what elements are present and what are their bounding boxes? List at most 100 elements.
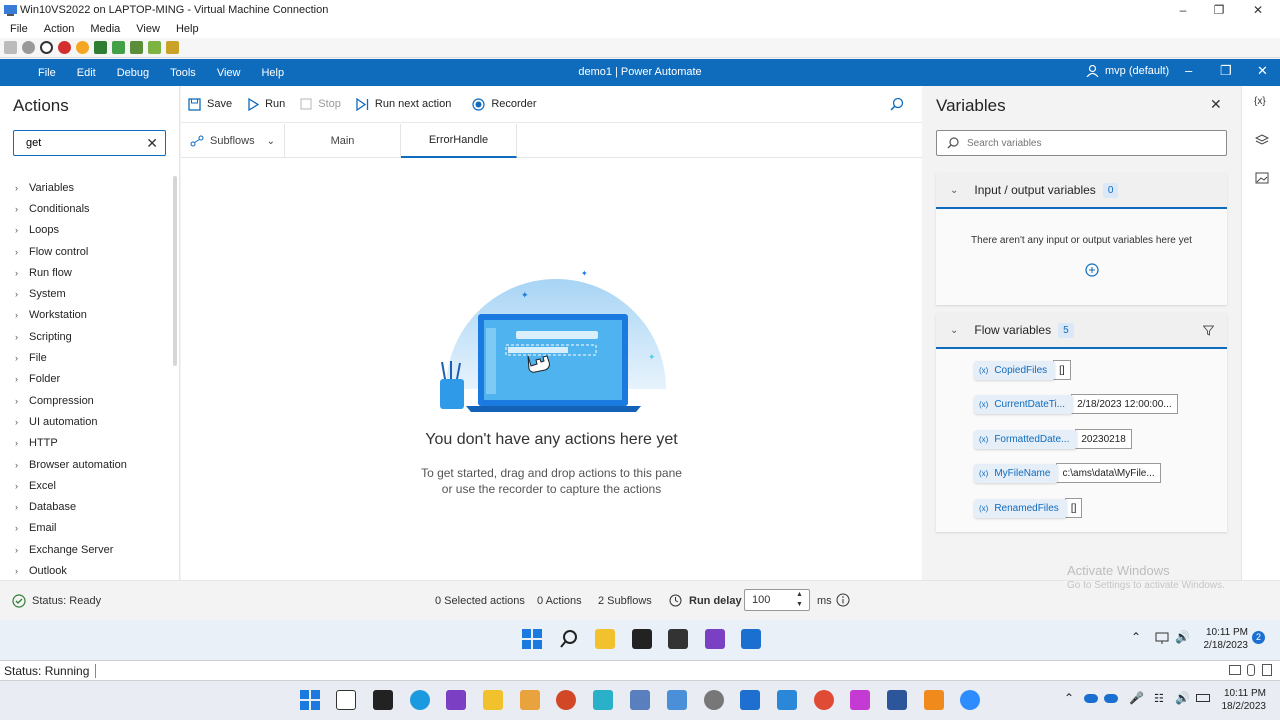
tab-main[interactable]: Main bbox=[285, 124, 401, 158]
action-group-http[interactable]: › HTTP bbox=[0, 433, 172, 454]
windows-start-icon[interactable] bbox=[522, 629, 542, 649]
flow-variable[interactable]: (x) FormattedDate... 20230218 bbox=[974, 429, 1132, 449]
action-group-excel[interactable]: › Excel bbox=[0, 475, 172, 496]
action-group-exchange-server[interactable]: › Exchange Server bbox=[0, 539, 172, 560]
action-group-ui-automation[interactable]: › UI automation bbox=[0, 411, 172, 432]
actions-scrollbar[interactable] bbox=[173, 176, 177, 366]
windows-start-icon[interactable] bbox=[300, 690, 320, 710]
vlc-icon[interactable] bbox=[924, 690, 944, 710]
chevron-up-icon[interactable]: ⌃ bbox=[1064, 691, 1074, 705]
onedrive-icon[interactable] bbox=[1104, 694, 1118, 703]
chevron-down-icon[interactable]: ▼ bbox=[796, 601, 803, 608]
action-group-email[interactable]: › Email bbox=[0, 518, 172, 539]
stop-button[interactable]: Stop bbox=[300, 98, 341, 110]
search-icon[interactable] bbox=[559, 629, 579, 649]
action-group-variables[interactable]: › Variables bbox=[0, 177, 172, 198]
notepad-icon[interactable] bbox=[667, 690, 687, 710]
vm-close-button[interactable]: ✕ bbox=[1240, 0, 1276, 20]
word-icon[interactable] bbox=[887, 690, 907, 710]
search-icon[interactable] bbox=[890, 97, 904, 111]
task-view-icon[interactable] bbox=[336, 690, 356, 710]
battery-icon[interactable] bbox=[1196, 694, 1210, 702]
visual-studio-icon[interactable] bbox=[705, 629, 725, 649]
save-state-icon[interactable] bbox=[76, 41, 89, 54]
app-icon[interactable] bbox=[593, 690, 613, 710]
run-next-button[interactable]: Run next action bbox=[356, 97, 451, 111]
settings-icon[interactable] bbox=[704, 690, 724, 710]
recorder-button[interactable]: Recorder bbox=[472, 97, 537, 111]
microphone-icon[interactable]: 🎤 bbox=[1129, 691, 1144, 705]
action-group-outlook[interactable]: › Outlook bbox=[0, 560, 172, 581]
vm-menu-view[interactable]: View bbox=[136, 23, 160, 35]
terminal-icon[interactable] bbox=[373, 690, 393, 710]
guest-clock[interactable]: 10:11 PM 2/18/2023 bbox=[1198, 626, 1249, 652]
app-icon[interactable] bbox=[740, 690, 760, 710]
terminal-icon[interactable] bbox=[668, 629, 688, 649]
action-group-run-flow[interactable]: › Run flow bbox=[0, 262, 172, 283]
flow-variables-header[interactable]: ⌄ Flow variables 5 bbox=[936, 313, 1227, 349]
variable-name[interactable]: (x) FormattedDate... bbox=[974, 429, 1078, 449]
action-group-loops[interactable]: › Loops bbox=[0, 220, 172, 241]
action-group-browser-automation[interactable]: › Browser automation bbox=[0, 454, 172, 475]
wifi-icon[interactable]: ☷ bbox=[1154, 692, 1164, 705]
ctrl-alt-del-icon[interactable] bbox=[4, 41, 17, 54]
chrome-icon[interactable] bbox=[814, 690, 834, 710]
vm-menu-media[interactable]: Media bbox=[90, 23, 120, 35]
app-close-button[interactable]: ✕ bbox=[1257, 63, 1268, 79]
snipping-tool-icon[interactable] bbox=[850, 690, 870, 710]
flow-variable[interactable]: (x) CopiedFiles [] bbox=[974, 360, 1071, 380]
clear-search-icon[interactable]: ✕ bbox=[146, 135, 158, 152]
vm-minimize-button[interactable]: – bbox=[1165, 0, 1201, 20]
powerpoint-icon[interactable] bbox=[556, 690, 576, 710]
action-group-workstation[interactable]: › Workstation bbox=[0, 305, 172, 326]
action-group-conditionals[interactable]: › Conditionals bbox=[0, 198, 172, 219]
variables-search[interactable] bbox=[936, 130, 1227, 156]
flow-variable[interactable]: (x) CurrentDateTi... 2/18/2023 12:00:00... bbox=[974, 394, 1178, 414]
shutdown-icon[interactable] bbox=[58, 41, 71, 54]
actions-search[interactable]: ✕ bbox=[13, 130, 166, 156]
checkpoint-icon[interactable] bbox=[130, 41, 143, 54]
variables-rail-icon[interactable]: {x} bbox=[1254, 96, 1266, 107]
vm-maximize-button[interactable]: ❐ bbox=[1201, 0, 1237, 20]
revert-icon[interactable] bbox=[148, 41, 161, 54]
variable-name[interactable]: (x) CurrentDateTi... bbox=[974, 394, 1074, 414]
tab-errorhandle[interactable]: ErrorHandle bbox=[401, 124, 517, 158]
app-maximize-button[interactable]: ❐ bbox=[1220, 63, 1232, 79]
variable-name[interactable]: (x) CopiedFiles bbox=[974, 360, 1056, 380]
chevron-up-icon[interactable]: ▲ bbox=[796, 591, 803, 598]
variable-name[interactable]: (x) MyFileName bbox=[974, 463, 1059, 483]
add-variable-icon[interactable] bbox=[1085, 263, 1099, 277]
zoom-icon[interactable] bbox=[960, 690, 980, 710]
power-automate-icon[interactable] bbox=[741, 629, 761, 649]
volume-icon[interactable]: 🔊 bbox=[1175, 630, 1190, 644]
subflows-dropdown[interactable]: Subflows ⌄ bbox=[181, 124, 285, 158]
hyper-v-icon[interactable] bbox=[630, 690, 650, 710]
remote-desktop-icon[interactable] bbox=[777, 690, 797, 710]
action-group-file[interactable]: › File bbox=[0, 347, 172, 368]
app-minimize-button[interactable]: – bbox=[1185, 63, 1192, 78]
volume-icon[interactable]: 🔊 bbox=[1175, 691, 1190, 705]
onedrive-icon[interactable] bbox=[1084, 694, 1098, 703]
file-explorer-icon[interactable] bbox=[595, 629, 615, 649]
vm-menu-help[interactable]: Help bbox=[176, 23, 199, 35]
network-icon[interactable] bbox=[1155, 632, 1169, 644]
user-account[interactable]: mvp (default) bbox=[1086, 65, 1169, 77]
action-group-scripting[interactable]: › Scripting bbox=[0, 326, 172, 347]
vm-menu-file[interactable]: File bbox=[10, 23, 28, 35]
flow-variable[interactable]: (x) RenamedFiles [] bbox=[974, 498, 1083, 518]
flow-variable[interactable]: (x) MyFileName c:\ams\data\MyFile... bbox=[974, 463, 1161, 483]
layers-icon[interactable] bbox=[1255, 134, 1269, 146]
chevron-up-icon[interactable]: ⌃ bbox=[1131, 630, 1141, 644]
action-group-flow-control[interactable]: › Flow control bbox=[0, 241, 172, 262]
action-group-folder[interactable]: › Folder bbox=[0, 369, 172, 390]
pause-icon[interactable] bbox=[94, 41, 107, 54]
terminal-icon[interactable] bbox=[632, 629, 652, 649]
run-button[interactable]: Run bbox=[247, 97, 285, 111]
run-delay-stepper[interactable]: 100 ▲ ▼ bbox=[744, 589, 810, 611]
enhanced-session-icon[interactable] bbox=[166, 41, 179, 54]
save-button[interactable]: Save bbox=[188, 97, 232, 111]
turn-off-icon[interactable] bbox=[40, 41, 53, 54]
action-group-compression[interactable]: › Compression bbox=[0, 390, 172, 411]
info-icon[interactable] bbox=[836, 593, 850, 607]
vm-menu-action[interactable]: Action bbox=[44, 23, 75, 35]
